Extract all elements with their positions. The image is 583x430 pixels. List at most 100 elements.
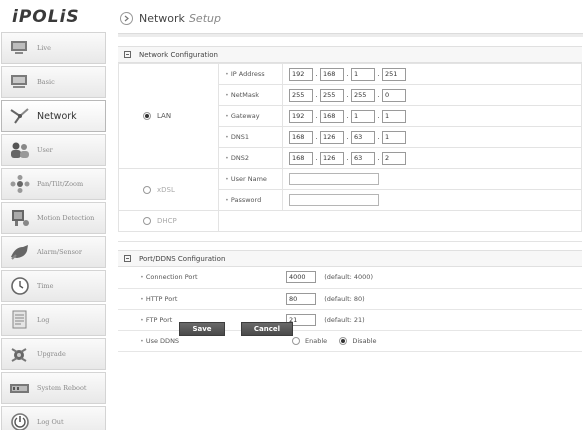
sidebar-item-label: Motion Detection [37,214,95,222]
clock-icon [9,276,31,296]
ddns-disable-option[interactable]: Disable [339,336,377,345]
field-label: Password [218,189,283,211]
user-name-cell [282,168,582,190]
dns2-octet-2[interactable]: 126 [320,151,344,165]
ip-octet-3[interactable]: 1 [351,67,375,81]
cancel-button[interactable]: Cancel [241,322,293,336]
network-config-table: LAN IP Address 192. 168. 1. 251 NetMask … [118,63,582,232]
upgrade-icon [9,344,31,364]
ftp-port-cell: 21 (default: 21) [286,309,582,331]
sidebar-item-label: Upgrade [37,350,66,358]
http-port-cell: 80 (default: 80) [286,288,582,310]
sidebar-item-log-out[interactable]: Log Out [1,406,106,430]
header-divider [118,33,583,37]
connection-port-default: (default: 4000) [324,273,373,282]
lan-label: LAN [157,112,172,120]
dns2-octet-1[interactable]: 168 [289,151,313,165]
page-title: Network [139,11,185,25]
password-input[interactable] [289,194,379,206]
logout-icon [9,412,31,430]
field-label: DNS1 [218,126,283,148]
xdsl-option-cell: xDSL [118,168,219,211]
ddns-enable-radio[interactable] [292,336,300,345]
field-label: HTTP Port [118,288,286,310]
dhcp-option[interactable]: DHCP [119,217,218,225]
sidebar-item-label: Live [37,44,51,52]
ip-octet-4[interactable]: 251 [382,67,406,81]
sidebar-item-network[interactable]: Network [1,100,106,132]
dns1-octet-3[interactable]: 63 [351,130,375,144]
sidebar-item-label: User [37,146,53,154]
sidebar-item-system-reboot[interactable]: System Reboot [1,372,106,404]
connection-port-cell: 4000 (default: 4000) [286,267,582,289]
dns1-octet-1[interactable]: 168 [289,130,313,144]
netmask-octet-4[interactable]: 0 [382,88,406,102]
network-icon [9,106,31,126]
lan-radio[interactable] [143,112,151,120]
log-icon [9,310,31,330]
sidebar-item-label: Network [37,110,77,122]
sidebar-item-motion-detection[interactable]: Motion Detection [1,202,106,234]
sidebar-item-label: Log Out [37,418,64,426]
dns2-field: 168. 126. 63. 2 [282,147,582,169]
sidebar-item-label: Log [37,316,50,324]
xdsl-option[interactable]: xDSL [119,185,218,194]
sidebar-item-upgrade[interactable]: Upgrade [1,338,106,370]
dns2-octet-3[interactable]: 63 [351,151,375,165]
field-label: Gateway [218,105,283,127]
ftp-port-default: (default: 21) [324,315,365,324]
save-button[interactable]: Save [179,322,225,336]
sidebar-item-ptz[interactable]: Pan/Tilt/Zoom [1,168,106,200]
ip-octet-2[interactable]: 168 [320,67,344,81]
form-buttons: Save Cancel [179,322,293,336]
collapse-icon[interactable] [124,51,131,58]
motion-icon [9,208,31,228]
field-label: DNS2 [218,147,283,169]
dhcp-radio[interactable] [143,217,151,225]
http-port-input[interactable]: 80 [286,292,316,305]
xdsl-radio[interactable] [143,185,151,194]
ip-address-field: 192. 168. 1. 251 [282,63,582,85]
dns2-octet-4[interactable]: 2 [382,151,406,165]
ddns-disable-radio[interactable] [339,336,348,345]
netmask-octet-3[interactable]: 255 [351,88,375,102]
page-header: Network Setup [120,9,221,27]
sidebar-item-user[interactable]: User [1,134,106,166]
sidebar-item-live[interactable]: Live [1,32,106,64]
sidebar-item-label: Basic [37,78,55,86]
connection-port-input[interactable]: 4000 [286,271,316,284]
dns1-octet-4[interactable]: 1 [382,130,406,144]
sidebar-item-alarm-sensor[interactable]: Alarm/Sensor [1,236,106,268]
dns1-octet-2[interactable]: 126 [320,130,344,144]
sidebar-item-label: Time [37,282,54,290]
netmask-octet-2[interactable]: 255 [320,88,344,102]
http-port-default: (default: 80) [324,294,365,303]
gateway-octet-1[interactable]: 192 [289,109,313,123]
app-logo: iPOLiS [12,7,80,27]
netmask-octet-1[interactable]: 255 [289,88,313,102]
lan-option-cell: LAN [118,63,219,169]
field-label: IP Address [218,63,283,85]
section-spacer [118,232,582,242]
chevron-right-icon [120,11,133,25]
sidebar-item-log[interactable]: Log [1,304,106,336]
ddns-enable-option[interactable]: Enable [292,336,327,345]
dhcp-label: DHCP [157,217,177,225]
gateway-field: 192. 168. 1. 1 [282,105,582,127]
sidebar-item-basic[interactable]: Basic [1,66,106,98]
dns1-field: 168. 126. 63. 1 [282,126,582,148]
sidebar-item-label: Alarm/Sensor [37,248,82,256]
sidebar: iPOLiS Live Basic Network User Pan/Tilt/… [0,0,107,430]
collapse-icon[interactable] [124,255,131,262]
dhcp-option-cell: DHCP [118,210,219,232]
gateway-octet-3[interactable]: 1 [351,109,375,123]
ip-octet-1[interactable]: 192 [289,67,313,81]
user-name-input[interactable] [289,173,379,185]
lan-option[interactable]: LAN [119,112,218,120]
network-config-header: Network Configuration [118,46,582,63]
port-config-table: Connection Port 4000 (default: 4000) HTT… [118,267,582,352]
gateway-octet-4[interactable]: 1 [382,109,406,123]
sidebar-item-time[interactable]: Time [1,270,106,302]
gateway-octet-2[interactable]: 168 [320,109,344,123]
monitor-icon [9,38,31,58]
